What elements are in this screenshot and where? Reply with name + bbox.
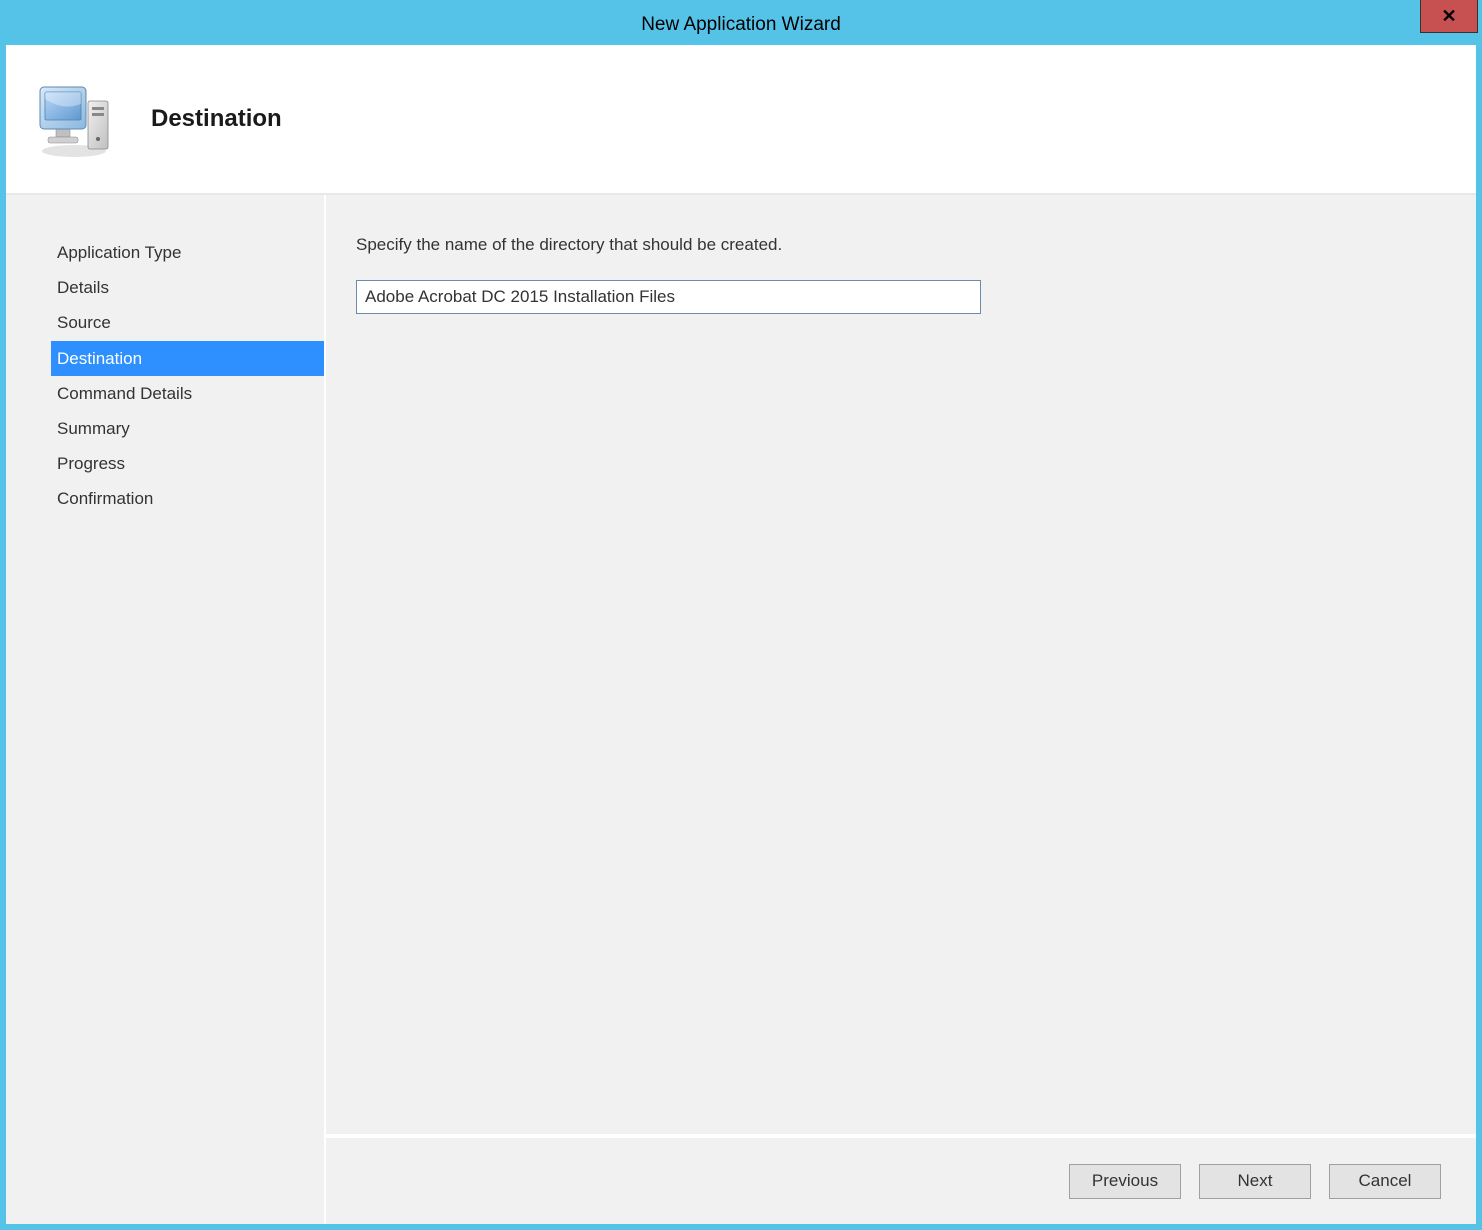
previous-button[interactable]: Previous — [1069, 1164, 1181, 1199]
body: Application Type Details Source Destinat… — [6, 195, 1476, 1224]
sidebar-item-destination[interactable]: Destination — [51, 341, 324, 376]
wizard-window: New Application Wizard ✕ — [0, 0, 1482, 1230]
sidebar-item-command-details[interactable]: Command Details — [51, 376, 324, 411]
sidebar-item-details[interactable]: Details — [51, 270, 324, 305]
directory-name-input[interactable] — [356, 280, 981, 314]
sidebar: Application Type Details Source Destinat… — [6, 195, 324, 1224]
window-title: New Application Wizard — [641, 14, 841, 36]
sidebar-item-application-type[interactable]: Application Type — [51, 235, 324, 270]
sidebar-item-summary[interactable]: Summary — [51, 411, 324, 446]
sidebar-item-confirmation[interactable]: Confirmation — [51, 481, 324, 516]
next-button[interactable]: Next — [1199, 1164, 1311, 1199]
titlebar: New Application Wizard ✕ — [5, 5, 1477, 45]
main: Specify the name of the directory that s… — [324, 195, 1476, 1224]
instruction-text: Specify the name of the directory that s… — [356, 235, 1441, 255]
content: Specify the name of the directory that s… — [326, 195, 1476, 1134]
close-button[interactable]: ✕ — [1420, 0, 1478, 33]
header: Destination — [6, 45, 1476, 195]
cancel-button[interactable]: Cancel — [1329, 1164, 1441, 1199]
sidebar-item-source[interactable]: Source — [51, 305, 324, 340]
close-icon: ✕ — [1441, 6, 1456, 27]
sidebar-item-progress[interactable]: Progress — [51, 446, 324, 481]
page-title: Destination — [151, 105, 282, 133]
computer-monitor-icon — [36, 79, 116, 159]
footer: Previous Next Cancel — [326, 1134, 1476, 1224]
